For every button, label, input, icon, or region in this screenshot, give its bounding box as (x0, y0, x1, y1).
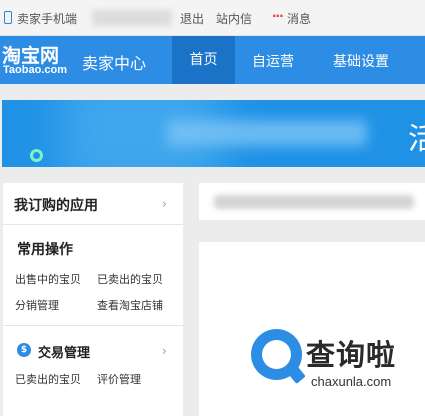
trade-management-title[interactable]: 交易管理 (38, 342, 90, 361)
blurred-username (92, 10, 172, 26)
trade-icon: $ (17, 343, 31, 357)
watermark-name: 查询啦 (306, 338, 397, 372)
distribution-link[interactable]: 分销管理 (15, 297, 59, 313)
my-apps-title: 我订购的应用 (14, 198, 98, 214)
promo-banner[interactable]: 活 (2, 100, 425, 167)
main-content-card (199, 242, 425, 416)
banner-ring-icon (30, 149, 43, 162)
watermark-domain: chaxunla.com (311, 374, 392, 389)
seller-center-title: 卖家中心 (82, 54, 147, 73)
logout-link[interactable]: 退出 (180, 10, 204, 27)
banner-blurred-text (167, 120, 367, 146)
top-utility-bar: 卖家手机端 退出 站内信 ··· 消息 (0, 0, 425, 36)
sold-items-link[interactable]: 已卖出的宝贝 (15, 371, 81, 387)
blurred-notice-text (214, 195, 414, 209)
my-apps-row[interactable]: 我订购的应用 › (3, 183, 183, 225)
seller-mobile-link[interactable]: 卖家手机端 (17, 10, 77, 27)
on-sale-items-link[interactable]: 出售中的宝贝 (15, 271, 81, 287)
nav-tab-basic-settings[interactable]: 基础设置 (333, 51, 389, 71)
taobao-logo-domain: Taobao.com (3, 64, 67, 76)
divider (3, 325, 183, 326)
sidebar-panel: 我订购的应用 › 常用操作 出售中的宝贝 已卖出的宝贝 分销管理 查看淘宝店铺 … (3, 183, 183, 416)
sold-items-link[interactable]: 已卖出的宝贝 (97, 271, 163, 287)
nav-tab-self-operation[interactable]: 自运营 (252, 51, 294, 71)
chevron-right-icon: › (162, 344, 167, 358)
mobile-phone-icon (4, 11, 12, 24)
nav-tab-home[interactable]: 首页 (172, 36, 235, 84)
watermark-logo-hole (262, 340, 291, 369)
site-message-link[interactable]: 站内信 (216, 10, 252, 27)
view-shop-link[interactable]: 查看淘宝店铺 (97, 297, 163, 313)
chevron-right-icon: › (162, 197, 167, 211)
banner-text: 活 (408, 122, 425, 157)
review-management-link[interactable]: 评价管理 (97, 371, 141, 387)
common-ops-title: 常用操作 (17, 242, 73, 258)
messages-link[interactable]: 消息 (287, 10, 311, 27)
notice-bar[interactable] (199, 183, 425, 220)
message-dots-icon: ··· (272, 9, 284, 23)
